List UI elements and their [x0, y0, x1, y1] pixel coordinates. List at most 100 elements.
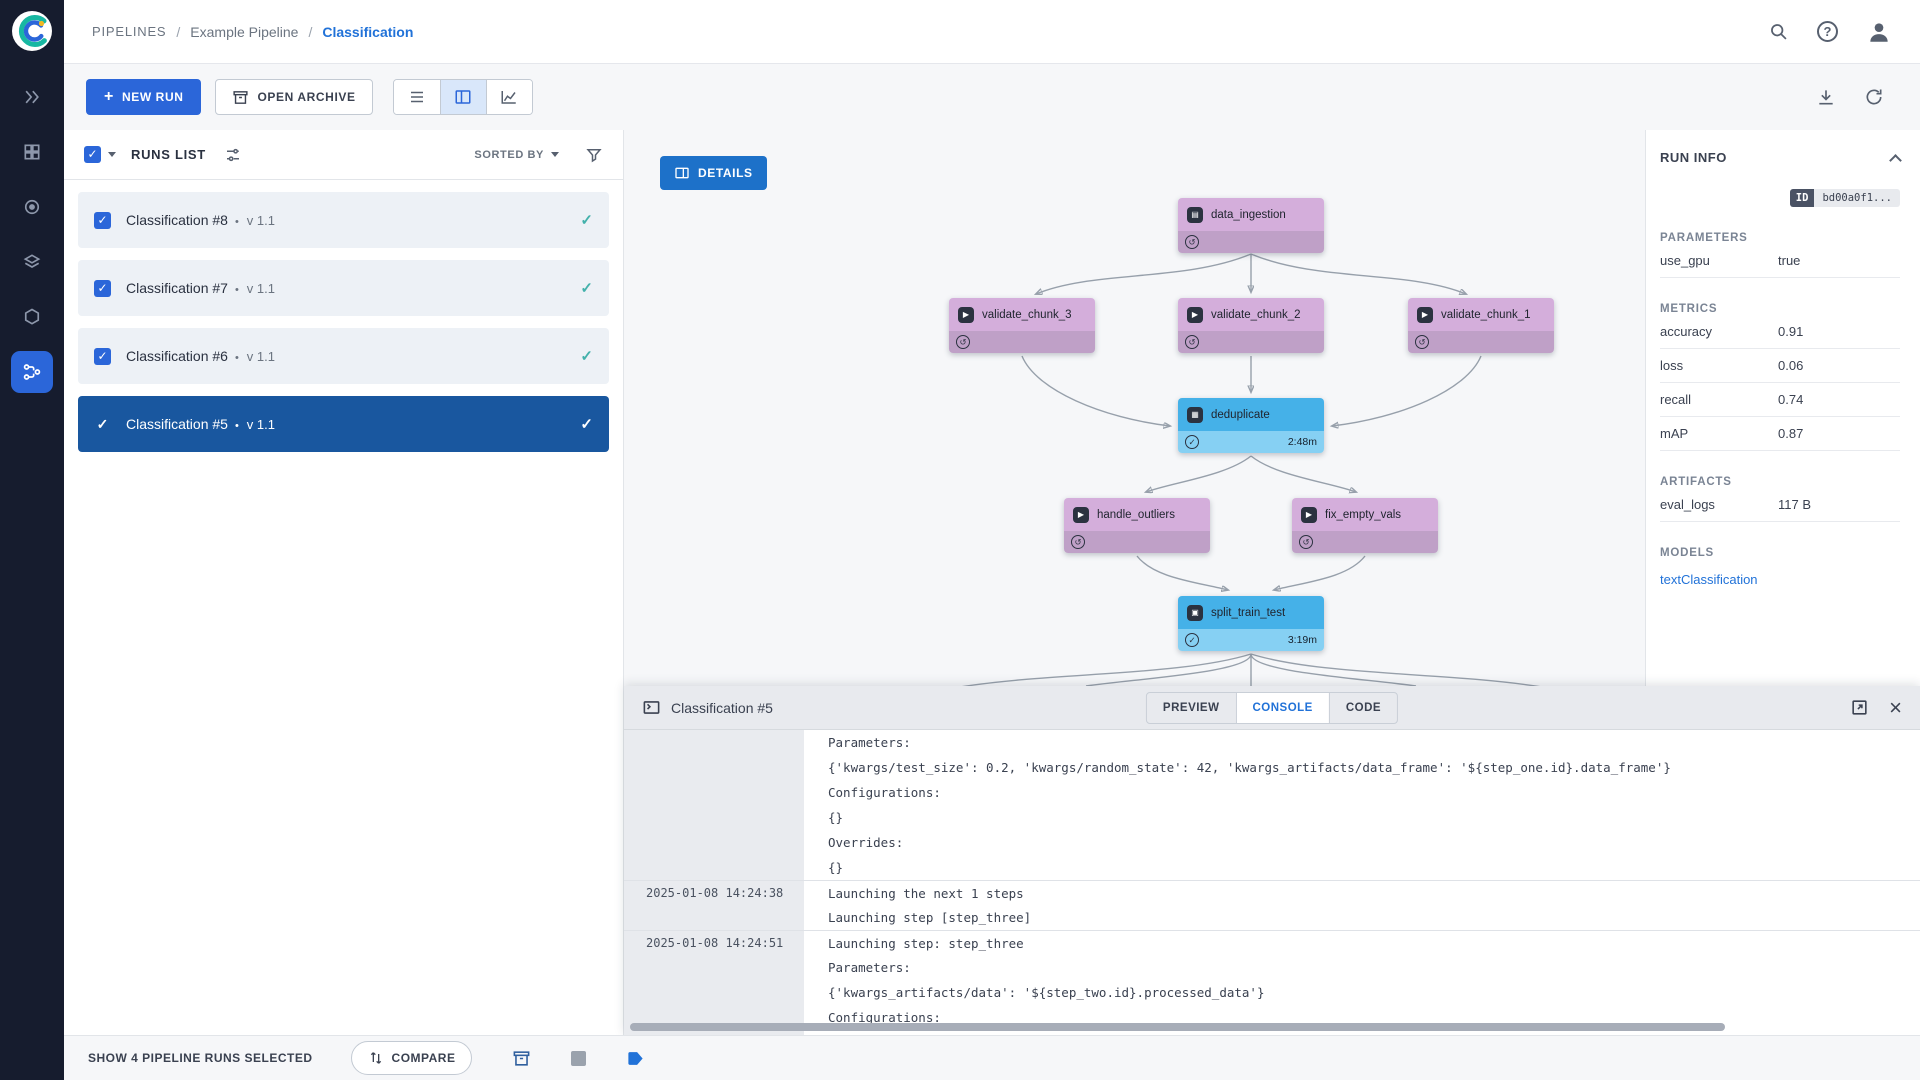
run-checkbox[interactable]: ✓: [94, 211, 111, 229]
details-button[interactable]: DETAILS: [660, 156, 767, 190]
split-view-icon[interactable]: [439, 80, 486, 114]
tag-selected-icon[interactable]: [626, 1049, 645, 1068]
sorted-by-dropdown[interactable]: SORTED BY: [474, 149, 559, 161]
run-completed-check-icon: ✓: [580, 280, 593, 297]
runs-list-title: RUNS LIST: [131, 147, 206, 162]
plus-icon: +: [104, 88, 114, 105]
horizontal-scrollbar[interactable]: [630, 1023, 1725, 1031]
sidebar-item-models-icon[interactable]: [11, 296, 53, 338]
abort-selected-icon[interactable]: [571, 1050, 587, 1066]
breadcrumb-separator: /: [308, 23, 313, 40]
new-run-button[interactable]: + NEW RUN: [86, 79, 202, 115]
step-duration: 3:19m: [1287, 634, 1317, 646]
run-list-item[interactable]: ✓ Classification #8 v 1.1 ✓: [78, 192, 609, 248]
chart-view-icon[interactable]: [485, 80, 532, 114]
user-avatar[interactable]: [1866, 19, 1892, 45]
breadcrumb-project[interactable]: Example Pipeline: [190, 24, 298, 40]
pipeline-node-handle-outliers[interactable]: ▶ handle_outliers ↺: [1064, 498, 1210, 553]
console-log-output: Parameters: {'kwargs/test_size': 0.2, 'k…: [624, 730, 1920, 1035]
filter-icon[interactable]: [585, 146, 603, 164]
pipeline-node-validate-chunk-3[interactable]: ▶ validate_chunk_3 ↺: [949, 298, 1095, 353]
run-id-badge[interactable]: ID bd00a0f1...: [1789, 189, 1900, 207]
model-link[interactable]: textClassification: [1660, 572, 1900, 587]
step-type-icon: ▶: [958, 306, 974, 323]
archive-selected-icon[interactable]: [512, 1049, 531, 1068]
sidebar-item-datasets-icon[interactable]: [11, 241, 53, 283]
metric-row: accuracy 0.91: [1660, 315, 1900, 349]
breadcrumb-pipelines[interactable]: PIPELINES: [92, 24, 166, 39]
selection-count-text: SHOW 4 PIPELINE RUNS SELECTED: [88, 1051, 313, 1065]
archive-icon: [232, 89, 249, 106]
console-line: {}: [828, 810, 844, 825]
select-all-chevron-down-icon[interactable]: [108, 152, 116, 157]
section-title-models: MODELS: [1660, 547, 1714, 559]
cached-status-icon: ↺: [956, 335, 970, 349]
auto-refresh-icon[interactable]: [1864, 87, 1884, 107]
expand-panel-icon[interactable]: [1850, 698, 1869, 717]
console-tab-group: PREVIEW CONSOLE CODE: [1145, 692, 1399, 724]
cached-status-icon: ↺: [1185, 235, 1199, 249]
run-info-panel: RUN INFO ID bd00a0f1... PARAMETERS use_g…: [1645, 130, 1920, 686]
step-duration: 2:48m: [1287, 436, 1317, 448]
console-line: {'kwargs_artifacts/data': '${step_two.id…: [828, 985, 1265, 1000]
runs-list-header: ✓ RUNS LIST SORTED BY: [64, 130, 623, 180]
run-detail-bottom-panel: Classification #5 PREVIEW CONSOLE CODE ×…: [624, 686, 1920, 1035]
run-version: v 1.1: [235, 417, 275, 432]
breadcrumb: PIPELINES / Example Pipeline / Classific…: [92, 24, 413, 40]
step-type-icon: ▶: [1301, 506, 1317, 523]
run-list-item-selected[interactable]: ✓ Classification #5 v 1.1 ✓: [78, 396, 609, 452]
close-panel-icon[interactable]: ×: [1889, 696, 1902, 719]
pipeline-node-data-ingestion[interactable]: ▤ data_ingestion ↺: [1178, 198, 1324, 253]
run-list-item[interactable]: ✓ Classification #6 v 1.1 ✓: [78, 328, 609, 384]
run-name: Classification #8: [126, 212, 228, 228]
sidebar-item-launch-icon[interactable]: [11, 76, 53, 118]
run-completed-check-icon: ✓: [580, 348, 593, 365]
compare-button[interactable]: COMPARE: [350, 1041, 473, 1075]
chevron-down-icon: [551, 152, 559, 157]
clearml-logo[interactable]: [11, 10, 53, 52]
runs-list-panel: ✓ RUNS LIST SORTED BY ✓ Classification #…: [64, 130, 624, 1035]
sidebar-item-pipelines-icon[interactable]: [11, 351, 53, 393]
console-line: 2025-01-08 14:24:51 Launching step: step_…: [624, 930, 1920, 955]
pipeline-node-validate-chunk-2[interactable]: ▶ validate_chunk_2 ↺: [1178, 298, 1324, 353]
help-icon[interactable]: ?: [1817, 21, 1838, 42]
run-version: v 1.1: [235, 349, 275, 364]
cached-status-icon: ↺: [1299, 535, 1313, 549]
run-checkbox[interactable]: ✓: [94, 279, 111, 297]
tab-preview[interactable]: PREVIEW: [1147, 693, 1236, 723]
console-line: Launching step [step_three]: [828, 910, 1032, 925]
step-type-icon: ▶: [1417, 306, 1433, 323]
search-icon[interactable]: [1768, 21, 1789, 42]
run-completed-check-icon: ✓: [580, 212, 593, 229]
pipeline-node-validate-chunk-1[interactable]: ▶ validate_chunk_1 ↺: [1408, 298, 1554, 353]
details-icon: [674, 165, 690, 181]
select-all-checkbox[interactable]: ✓: [84, 146, 101, 163]
panel-icon: [642, 698, 661, 717]
completed-check-icon: ✓: [1185, 435, 1199, 449]
top-header: PIPELINES / Example Pipeline / Classific…: [64, 0, 1920, 64]
run-selected-check-icon[interactable]: ✓: [94, 416, 111, 433]
collapse-chevron-up-icon[interactable]: [1889, 153, 1902, 167]
metric-row: recall 0.74: [1660, 383, 1900, 417]
cached-status-icon: ↺: [1071, 535, 1085, 549]
download-icon[interactable]: [1816, 87, 1836, 107]
sidebar-item-projects-icon[interactable]: [11, 131, 53, 173]
tab-console[interactable]: CONSOLE: [1235, 693, 1329, 723]
step-type-icon: ▶: [1187, 306, 1203, 323]
breadcrumb-separator: /: [176, 23, 181, 40]
list-settings-icon[interactable]: [224, 146, 242, 164]
pipeline-node-deduplicate[interactable]: ▦ deduplicate ✓ 2:48m: [1178, 398, 1324, 453]
pipeline-node-split-train-test[interactable]: ▣ split_train_test ✓ 3:19m: [1178, 596, 1324, 651]
tab-code[interactable]: CODE: [1328, 693, 1397, 723]
sidebar-item-workers-icon[interactable]: [11, 186, 53, 228]
artifact-row: eval_logs 117 B: [1660, 488, 1900, 522]
step-type-icon: ▣: [1187, 604, 1203, 621]
run-version: v 1.1: [235, 281, 275, 296]
table-view-icon[interactable]: [393, 80, 440, 114]
step-type-icon: ▶: [1073, 506, 1089, 523]
run-checkbox[interactable]: ✓: [94, 347, 111, 365]
pipeline-graph-canvas[interactable]: DETAILS ▤ data_ingestion ↺ ▶ validate_chun…: [624, 130, 1645, 686]
open-archive-button[interactable]: OPEN ARCHIVE: [215, 79, 373, 115]
run-list-item[interactable]: ✓ Classification #7 v 1.1 ✓: [78, 260, 609, 316]
pipeline-node-fix-empty-vals[interactable]: ▶ fix_empty_vals ↺: [1292, 498, 1438, 553]
